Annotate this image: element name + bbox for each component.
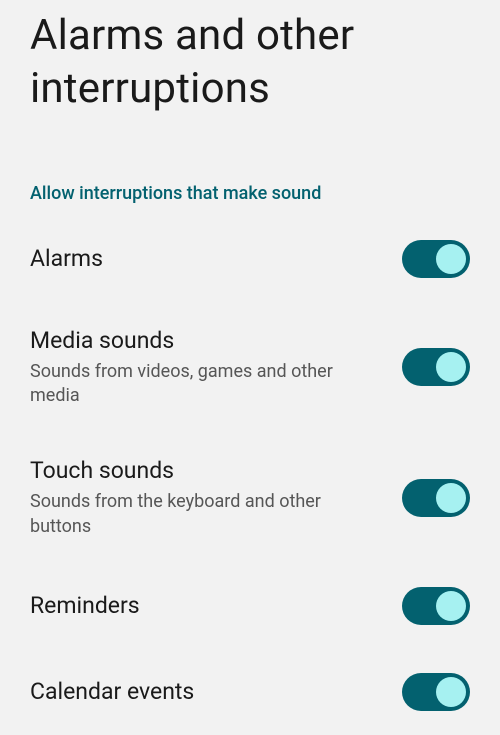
setting-text: Alarms <box>30 244 382 274</box>
toggle-thumb <box>436 352 466 382</box>
setting-subtitle: Sounds from the keyboard and other butto… <box>30 490 382 539</box>
page-title: Alarms and other interruptions <box>30 0 470 155</box>
touch-sounds-toggle[interactable] <box>402 479 470 517</box>
reminders-toggle[interactable] <box>402 587 470 625</box>
setting-title: Alarms <box>30 244 382 274</box>
calendar-events-toggle[interactable] <box>402 673 470 711</box>
media-sounds-toggle[interactable] <box>402 348 470 386</box>
setting-text: Media sounds Sounds from videos, games a… <box>30 326 382 408</box>
setting-row-reminders[interactable]: Reminders <box>30 563 470 649</box>
setting-row-media-sounds[interactable]: Media sounds Sounds from videos, games a… <box>30 302 470 432</box>
section-header: Allow interruptions that make sound <box>30 155 470 216</box>
setting-subtitle: Sounds from videos, games and other medi… <box>30 360 382 409</box>
setting-title: Reminders <box>30 591 382 621</box>
toggle-thumb <box>436 483 466 513</box>
setting-row-calendar-events[interactable]: Calendar events <box>30 649 470 735</box>
setting-text: Reminders <box>30 591 382 621</box>
alarms-toggle[interactable] <box>402 240 470 278</box>
toggle-thumb <box>436 677 466 707</box>
setting-title: Touch sounds <box>30 456 382 486</box>
setting-row-alarms[interactable]: Alarms <box>30 216 470 302</box>
setting-title: Media sounds <box>30 326 382 356</box>
toggle-thumb <box>436 244 466 274</box>
toggle-thumb <box>436 591 466 621</box>
setting-text: Calendar events <box>30 677 382 707</box>
setting-title: Calendar events <box>30 677 382 707</box>
setting-text: Touch sounds Sounds from the keyboard an… <box>30 456 382 538</box>
setting-row-touch-sounds[interactable]: Touch sounds Sounds from the keyboard an… <box>30 432 470 562</box>
